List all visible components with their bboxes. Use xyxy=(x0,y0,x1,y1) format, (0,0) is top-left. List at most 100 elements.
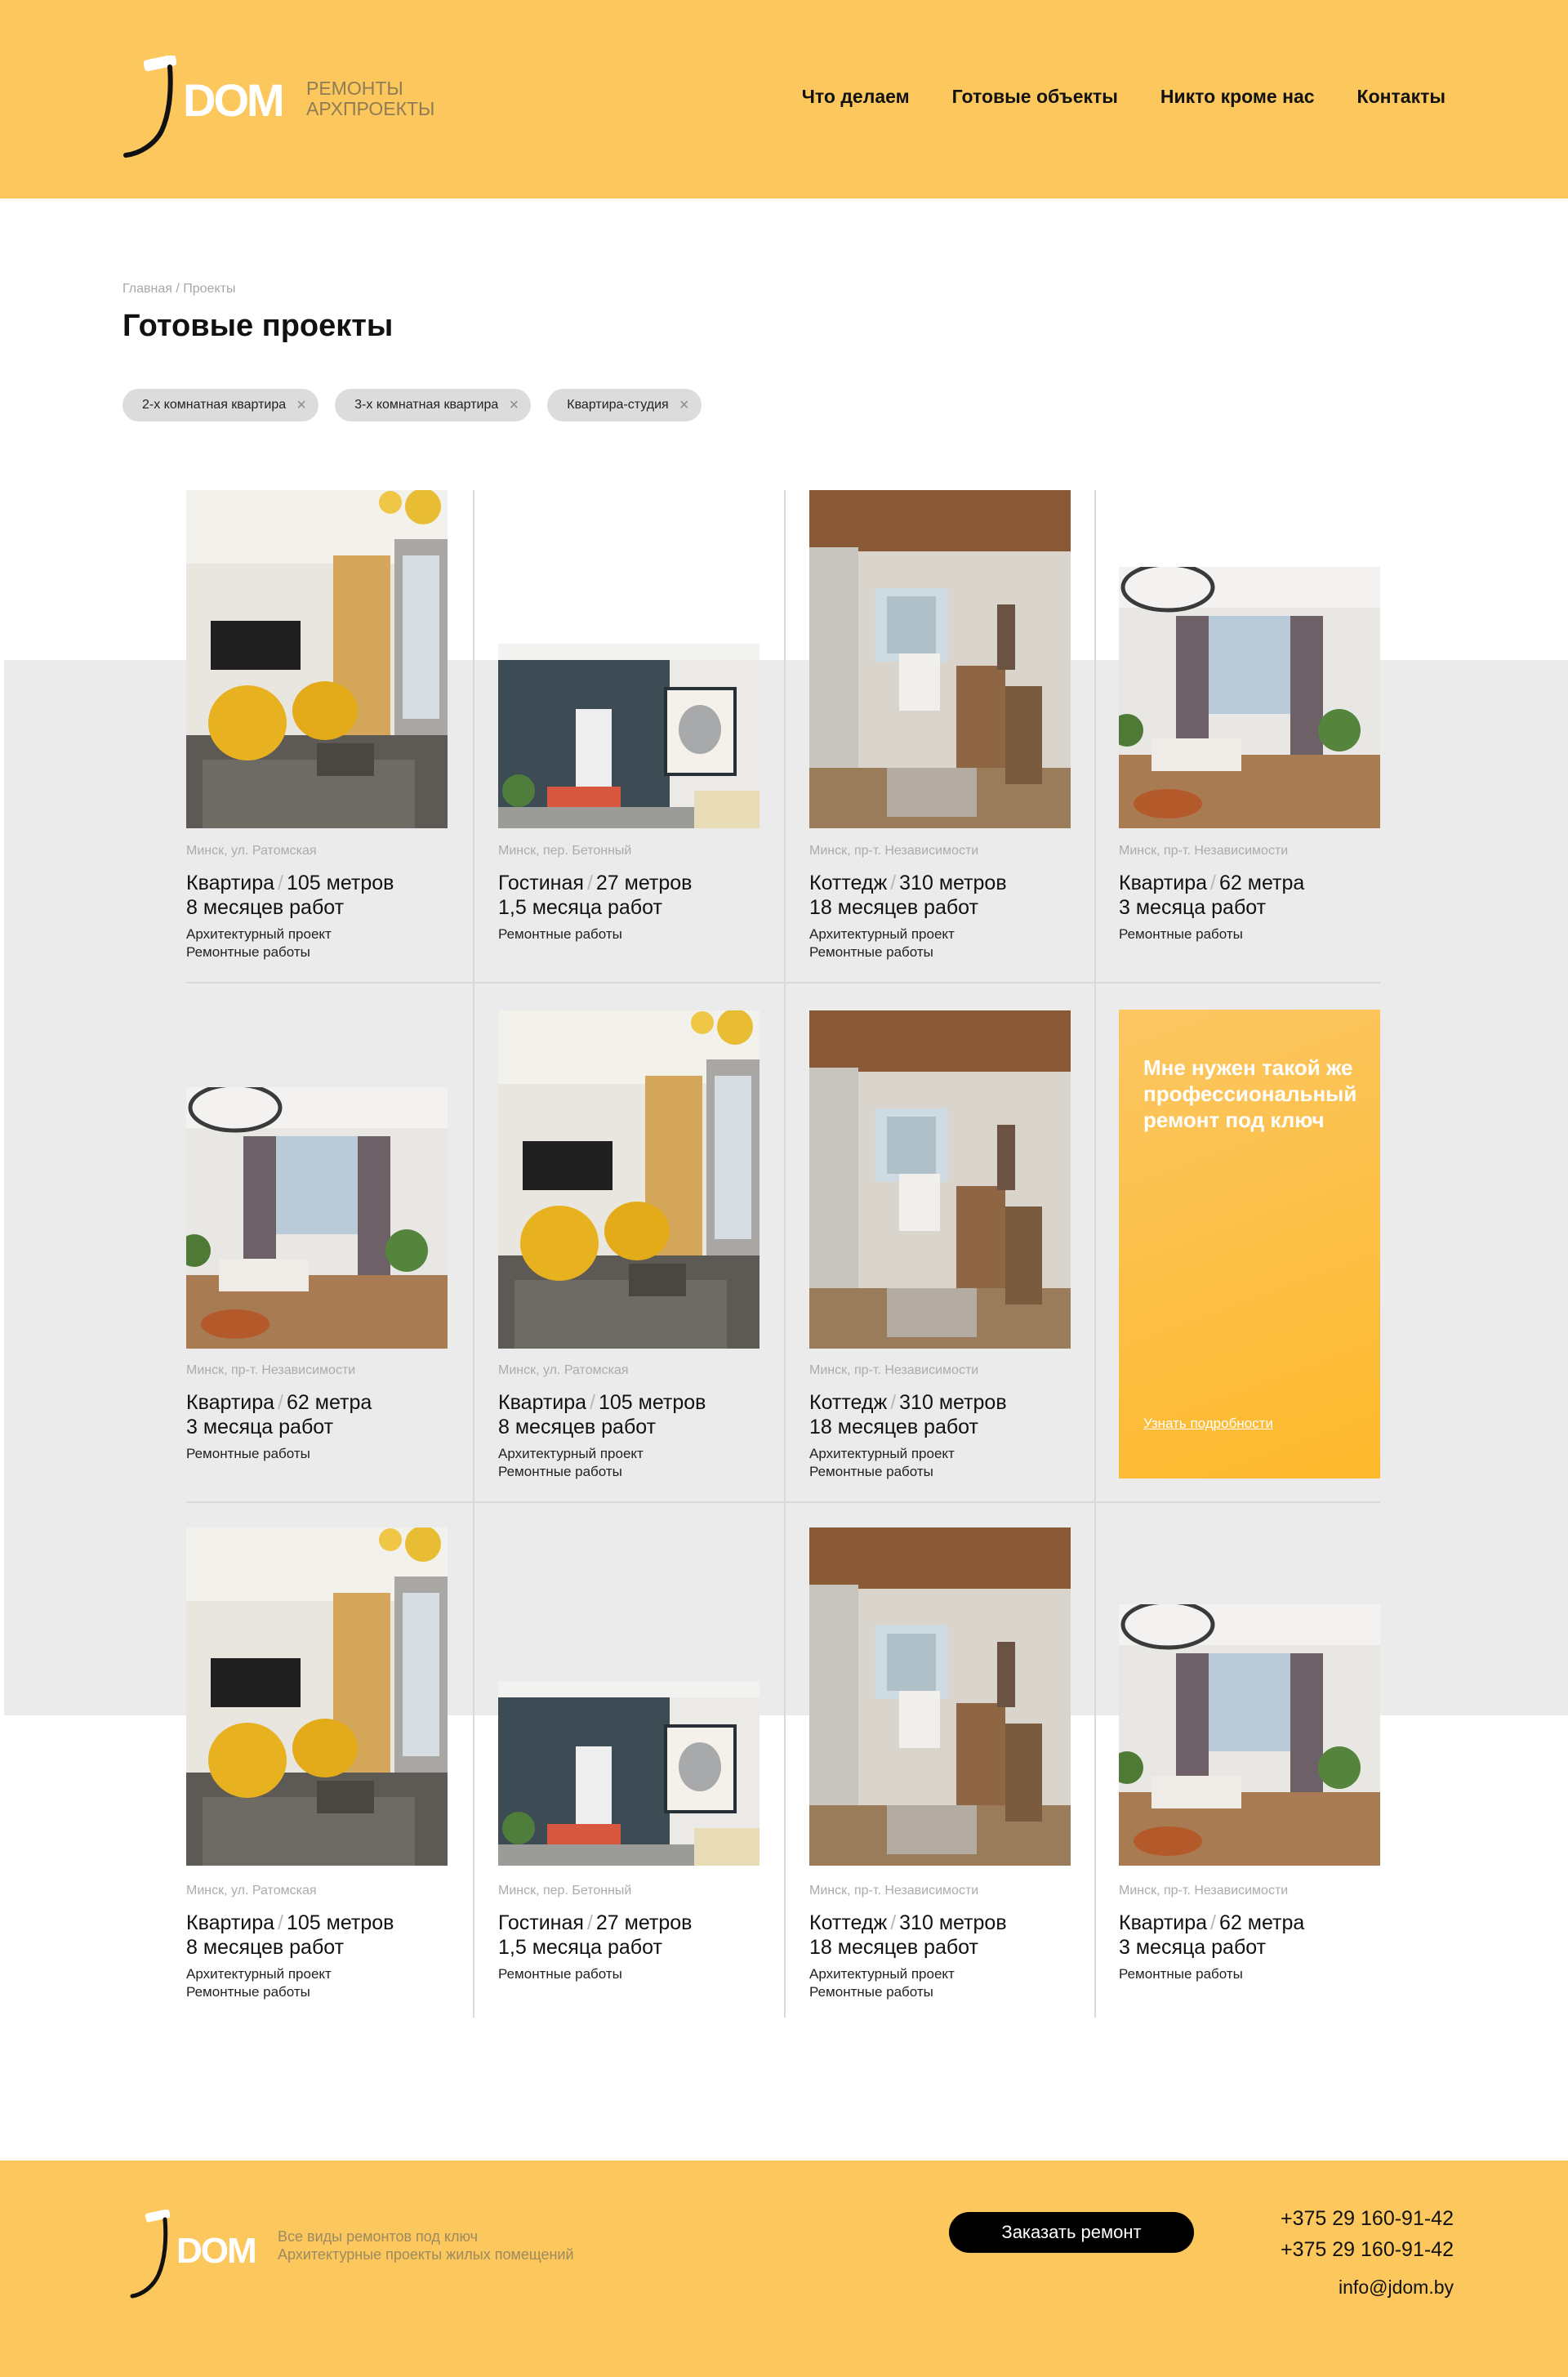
logo[interactable]: DOM Ремонты архпроекты xyxy=(122,56,466,160)
project-services: Архитектурный проект Ремонтные работы xyxy=(809,925,955,961)
project-title[interactable]: Квартира/62 метра xyxy=(1119,872,1304,895)
service-item: Ремонтные работы xyxy=(809,1464,933,1479)
breadcrumb: Главная / Проекты xyxy=(122,282,235,297)
project-title[interactable]: Квартира/62 метра xyxy=(186,1391,372,1415)
project-type: Квартира xyxy=(186,1391,275,1414)
project-type: Коттедж xyxy=(809,1391,888,1414)
project-title[interactable]: Гостиная/27 метров xyxy=(498,872,692,895)
service-item: Ремонтные работы xyxy=(186,1446,310,1461)
title-separator: / xyxy=(586,1911,593,1934)
project-photo[interactable] xyxy=(1119,567,1380,828)
service-item: Архитектурный проект xyxy=(498,1446,644,1461)
project-photo[interactable] xyxy=(498,1681,760,1866)
logo-text: DOM xyxy=(183,74,285,126)
email-link[interactable]: info@jdom.by xyxy=(1281,2277,1454,2299)
project-location: Минск, пр-т. Независимости xyxy=(809,1363,979,1377)
service-item: Ремонтные работы xyxy=(809,944,933,960)
project-location: Минск, ул. Ратомская xyxy=(186,844,317,858)
project-title[interactable]: Квартира/105 метров xyxy=(186,872,394,895)
project-services: Архитектурный проект Ремонтные работы xyxy=(809,1445,955,1481)
promo-link[interactable]: Узнать подробности xyxy=(1143,1416,1273,1432)
project-title[interactable]: Коттедж/310 метров xyxy=(809,1391,1007,1415)
project-duration: 3 месяца работ xyxy=(186,1416,334,1438)
project-location: Минск, пр-т. Независимости xyxy=(1119,1884,1289,1898)
project-services: Архитектурный проект Ремонтные работы xyxy=(186,925,332,961)
project-title[interactable]: Квартира/62 метра xyxy=(1119,1911,1304,1935)
title-separator: / xyxy=(586,872,593,894)
project-area: 62 метра xyxy=(287,1391,372,1414)
nav-item-objects[interactable]: Готовые объекты xyxy=(952,86,1118,108)
project-photo[interactable] xyxy=(498,644,760,828)
grid-divider xyxy=(473,490,474,2018)
project-title[interactable]: Коттедж/310 метров xyxy=(809,872,1007,895)
project-title[interactable]: Квартира/105 метров xyxy=(498,1391,706,1415)
service-item: Ремонтные работы xyxy=(186,1984,310,2000)
project-photo[interactable] xyxy=(809,1527,1071,1866)
project-area: 310 метров xyxy=(899,872,1007,894)
project-duration: 3 месяца работ xyxy=(1119,896,1267,919)
site-footer: DOM Все виды ремонтов под ключ Архитекту… xyxy=(0,2161,1568,2377)
filter-chip[interactable]: 3-х комнатная квартира × xyxy=(335,389,532,421)
close-icon[interactable]: × xyxy=(506,397,521,413)
title-separator: / xyxy=(890,872,897,894)
project-area: 105 метров xyxy=(287,872,394,894)
footer-tagline: Все виды ремонтов под ключ Архитектурные… xyxy=(278,2228,574,2263)
project-photo[interactable] xyxy=(186,490,448,828)
project-type: Квартира xyxy=(1119,1911,1208,1934)
project-duration: 8 месяцев работ xyxy=(186,896,345,919)
service-item: Ремонтные работы xyxy=(498,1464,622,1479)
project-duration: 18 месяцев работ xyxy=(809,896,978,919)
phone-link[interactable]: +375 29 160-91-42 xyxy=(1281,2234,1454,2265)
breadcrumb-home[interactable]: Главная xyxy=(122,282,172,296)
phone-link[interactable]: +375 29 160-91-42 xyxy=(1281,2203,1454,2234)
project-services: Ремонтные работы xyxy=(186,1445,310,1463)
logo-subtitle: Ремонты архпроекты xyxy=(306,78,434,119)
nav-item-contacts[interactable]: Контакты xyxy=(1357,86,1446,108)
project-location: Минск, пер. Бетонный xyxy=(498,844,632,858)
close-icon[interactable]: × xyxy=(294,397,309,413)
project-duration: 8 месяцев работ xyxy=(498,1416,657,1438)
project-location: Минск, пер. Бетонный xyxy=(498,1884,632,1898)
project-area: 105 метров xyxy=(287,1911,394,1934)
project-photo[interactable] xyxy=(1119,1604,1380,1866)
project-photo[interactable] xyxy=(186,1087,448,1349)
filter-chip[interactable]: Квартира-студия × xyxy=(547,389,702,421)
logo-subtitle-line: Ремонты xyxy=(306,78,403,99)
title-separator: / xyxy=(890,1391,897,1414)
project-area: 310 метров xyxy=(899,1391,1007,1414)
service-item: Ремонтные работы xyxy=(498,1966,622,1982)
grid-divider xyxy=(784,490,786,2018)
service-item: Архитектурный проект xyxy=(809,1446,955,1461)
footer-logo[interactable]: DOM xyxy=(129,2210,268,2299)
breadcrumb-separator: / xyxy=(172,282,184,296)
project-duration: 8 месяцев работ xyxy=(186,1936,345,1959)
service-item: Ремонтные работы xyxy=(809,1984,933,2000)
nav-item-services[interactable]: Что делаем xyxy=(802,86,910,108)
project-photo[interactable] xyxy=(809,1010,1071,1349)
promo-banner[interactable]: Мне нужен такой же профессиональный ремо… xyxy=(1119,1010,1380,1478)
grid-divider xyxy=(1094,490,1096,2018)
order-repair-button[interactable]: Заказать ремонт xyxy=(949,2212,1194,2253)
project-photo[interactable] xyxy=(809,490,1071,828)
project-location: Минск, пр-т. Независимости xyxy=(809,844,979,858)
project-services: Архитектурный проект Ремонтные работы xyxy=(186,1965,332,2001)
footer-tagline-line: Архитектурные проекты жилых помещений xyxy=(278,2246,574,2263)
project-photo[interactable] xyxy=(498,1010,760,1349)
project-services: Архитектурный проект Ремонтные работы xyxy=(498,1445,644,1481)
project-duration: 1,5 месяца работ xyxy=(498,1936,662,1959)
project-title[interactable]: Гостиная/27 метров xyxy=(498,1911,692,1935)
project-photo[interactable] xyxy=(186,1527,448,1866)
project-duration: 1,5 месяца работ xyxy=(498,896,662,919)
nav-item-about[interactable]: Никто кроме нас xyxy=(1160,86,1315,108)
service-item: Ремонтные работы xyxy=(1119,1966,1243,1982)
footer-logo-text: DOM xyxy=(176,2231,257,2271)
project-title[interactable]: Квартира/105 метров xyxy=(186,1911,394,1935)
service-item: Ремонтные работы xyxy=(186,944,310,960)
project-type: Квартира xyxy=(498,1391,587,1414)
service-item: Архитектурный проект xyxy=(186,1966,332,1982)
grid-divider xyxy=(186,982,1380,983)
project-services: Ремонтные работы xyxy=(1119,925,1243,943)
project-title[interactable]: Коттедж/310 метров xyxy=(809,1911,1007,1935)
close-icon[interactable]: × xyxy=(677,397,692,413)
filter-chip[interactable]: 2-х комнатная квартира × xyxy=(122,389,319,421)
